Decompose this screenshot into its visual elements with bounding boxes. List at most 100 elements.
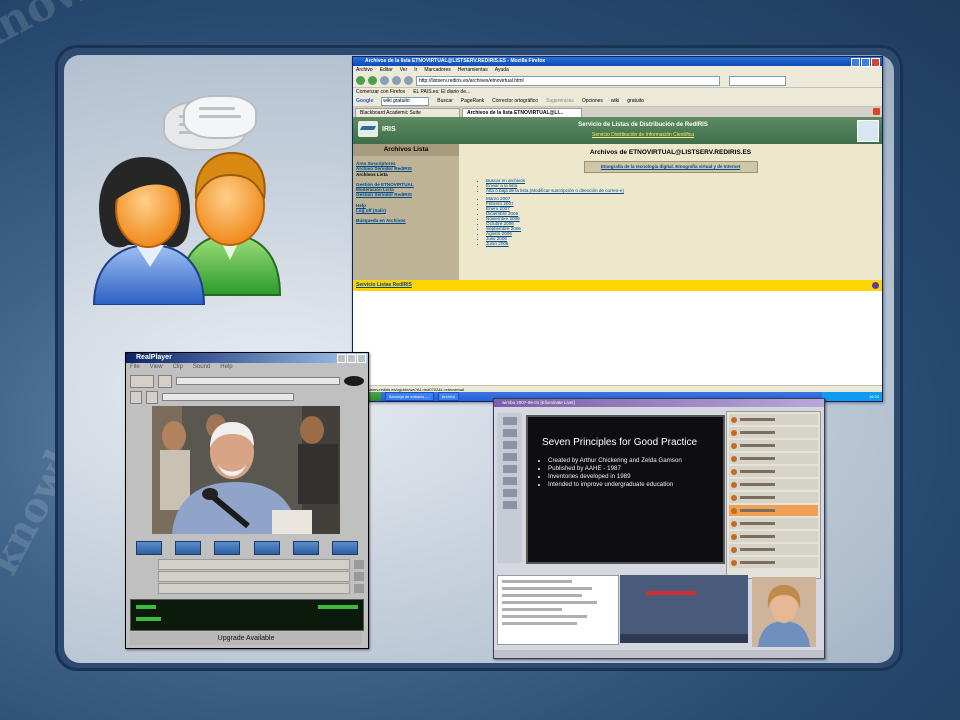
participant-row[interactable] — [729, 518, 818, 529]
archive-main: Archivos de ETNOVIRTUAL@LISTSERV.REDIRIS… — [459, 144, 882, 280]
maximize-icon[interactable] — [347, 354, 356, 363]
conference-titlebar: wimba 2007-08-01 [Elluminate Live!] — [494, 399, 824, 407]
menu-marcadores[interactable]: Marcadores — [424, 66, 450, 74]
participant-row[interactable] — [729, 453, 818, 464]
stop-icon[interactable] — [392, 76, 401, 85]
menu-help[interactable]: Help — [220, 363, 232, 372]
channel-button[interactable] — [253, 541, 280, 555]
bookmarks-toolbar: Comenzar con Firefox EL PAIS.es: El diar… — [353, 88, 882, 96]
tool-icon[interactable] — [502, 453, 517, 461]
navigation-toolbar: http://listserv.rediris.es/archives/etno… — [353, 74, 882, 88]
list-description-link[interactable]: Etnografía de la tecnología digital. Etn… — [583, 161, 758, 173]
action-list: Buscar en archivos Enviar a la lista Alt… — [459, 178, 882, 193]
options-button[interactable]: Opciones — [582, 96, 603, 106]
month-link[interactable]: Junio 2006 — [486, 241, 882, 246]
webcam-video — [752, 577, 816, 647]
maximize-icon[interactable] — [861, 58, 870, 67]
close-icon[interactable] — [871, 58, 880, 67]
secondary-controls — [130, 390, 364, 404]
taskbar-item-inbox[interactable]: Bandeja de entrada -... — [385, 392, 434, 401]
taskbar-item-archivo[interactable]: Archivo — [437, 392, 460, 401]
fast-forward-button[interactable] — [146, 390, 158, 404]
channel-button[interactable] — [136, 541, 162, 555]
participant-row-selected[interactable] — [729, 505, 818, 516]
menu-ayuda[interactable]: Ayuda — [495, 66, 509, 74]
volume-slider[interactable] — [162, 393, 294, 401]
bookmark-item[interactable]: Comenzar con Firefox — [356, 88, 405, 96]
web-conference-window: wimba 2007-08-01 [Elluminate Live!] Seve… — [493, 398, 825, 659]
participant-row[interactable] — [729, 440, 818, 451]
close-tab-icon[interactable] — [873, 108, 880, 115]
rediris-logo: IRIS — [358, 121, 396, 137]
suggestions-button[interactable]: Sugerencias — [546, 96, 574, 106]
participant-row[interactable] — [729, 466, 818, 477]
play-button[interactable] — [130, 374, 154, 388]
tool-icon[interactable] — [502, 489, 517, 497]
url-input[interactable]: http://listserv.rediris.es/archives/etno… — [416, 75, 720, 86]
tab-blackboard[interactable]: Blackboard Academic Suite — [355, 108, 460, 117]
participant-row[interactable] — [729, 414, 818, 425]
google-logo: Google — [356, 98, 374, 104]
clip-info-icon[interactable] — [354, 583, 364, 593]
menu-sound[interactable]: Sound — [193, 363, 210, 372]
speaker-name — [646, 591, 696, 595]
clip-info-panel — [130, 558, 364, 594]
google-search-input[interactable]: wiki gratuito — [381, 96, 430, 106]
playback-controls — [130, 374, 364, 388]
minimize-icon[interactable] — [337, 354, 346, 363]
audio-toolbar[interactable] — [620, 634, 748, 643]
menu-ir[interactable]: Ir — [414, 66, 417, 74]
channel-button[interactable] — [214, 541, 241, 555]
back-icon[interactable] — [356, 76, 365, 85]
clip-info-icon[interactable] — [354, 571, 364, 581]
rewind-button[interactable] — [130, 390, 142, 404]
close-icon[interactable] — [357, 354, 366, 363]
minimize-icon[interactable] — [851, 58, 860, 67]
bookmark-item[interactable]: EL PAIS.es: El diario de... — [413, 88, 470, 96]
forward-icon[interactable] — [368, 76, 377, 85]
seek-slider[interactable] — [176, 377, 340, 385]
google-search-button[interactable]: Buscar — [437, 96, 453, 106]
menu-file[interactable]: File — [130, 363, 140, 372]
menu-archivo[interactable]: Archivo — [356, 66, 373, 74]
participant-row[interactable] — [729, 492, 818, 503]
tab-archivos-lista[interactable]: Archivos de la lista ETNOVIRTUAL@LI... — [462, 108, 582, 117]
participant-row[interactable] — [729, 531, 818, 542]
tool-icon[interactable] — [502, 441, 517, 449]
presenter-image — [752, 577, 816, 647]
menu-ver[interactable]: Ver — [400, 66, 408, 74]
upgrade-available-banner[interactable]: Upgrade Available — [130, 632, 362, 645]
channel-button[interactable] — [331, 541, 358, 555]
participant-row[interactable] — [729, 544, 818, 555]
menu-editar[interactable]: Editar — [380, 66, 393, 74]
tool-icon[interactable] — [502, 429, 517, 437]
audio-panel — [620, 575, 748, 643]
highlight-wiki-button[interactable]: wiki — [611, 96, 619, 106]
action-alta-baja[interactable]: Alta o baja de la lista (Modificar suscr… — [486, 188, 882, 193]
clip-info-icon[interactable] — [354, 559, 364, 569]
menu-herramientas[interactable]: Herramientas — [458, 66, 488, 74]
reload-icon[interactable] — [380, 76, 389, 85]
tool-icon[interactable] — [502, 477, 517, 485]
menu-clip[interactable]: Clip — [173, 363, 183, 372]
home-icon[interactable] — [404, 76, 413, 85]
tool-icon[interactable] — [502, 501, 517, 509]
channel-button[interactable] — [175, 541, 202, 555]
participant-row[interactable] — [729, 427, 818, 438]
search-input[interactable] — [729, 75, 786, 86]
highlight-gratuito-button[interactable]: gratuito — [627, 96, 644, 106]
pagerank-button[interactable]: PageRank — [461, 96, 484, 106]
service-subtitle-link[interactable]: Servicio Distribución de Información Cie… — [503, 132, 783, 138]
participant-row[interactable] — [729, 557, 818, 568]
sidebar-item-busqueda[interactable]: Búsqueda en Archivos — [353, 218, 459, 223]
channel-button[interactable] — [292, 541, 319, 555]
slide-bullet: Published by AAHE - 1987 — [548, 465, 718, 473]
participants-panel — [726, 411, 821, 579]
footer-link[interactable]: Servicio Listas RedIRIS — [356, 282, 412, 288]
stop-button[interactable] — [158, 374, 172, 388]
tool-icon[interactable] — [502, 417, 517, 425]
participant-row[interactable] — [729, 479, 818, 490]
tool-icon[interactable] — [502, 465, 517, 473]
menu-view[interactable]: View — [150, 363, 163, 372]
spellcheck-button[interactable]: Corrector ortográfico — [492, 96, 538, 106]
